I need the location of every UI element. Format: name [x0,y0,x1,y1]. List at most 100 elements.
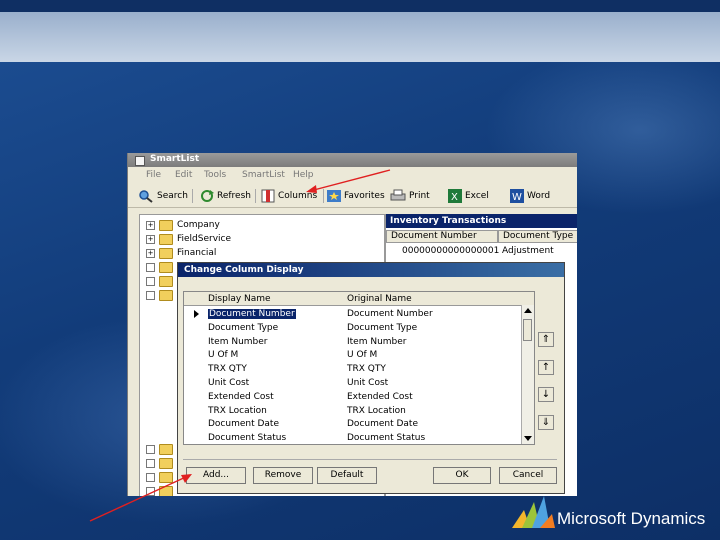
folder-icon [159,261,173,273]
original-name-cell: Document Number [347,309,433,319]
grid-row[interactable]: Document Status Document Status [184,431,521,444]
tree-item-collapsed[interactable] [146,261,173,273]
search-icon [139,190,153,203]
menu-smartlist[interactable]: SmartList [242,170,285,180]
column-header-document-number[interactable]: Document Number [386,230,498,243]
move-bottom-button[interactable]: ⇓ [538,415,554,430]
original-name-cell: TRX QTY [347,364,386,375]
expand-icon[interactable]: + [146,220,155,230]
expand-icon[interactable] [146,486,155,496]
word-button[interactable]: W Word [510,188,550,204]
refresh-icon [201,190,214,202]
search-label: Search [157,191,188,201]
display-name-cell[interactable]: Unit Cost [208,378,249,388]
tree-item-financial[interactable]: + Financial [146,247,216,259]
print-label: Print [409,191,430,201]
expand-icon[interactable] [146,290,155,300]
smartlist-app-icon [135,156,145,166]
grid-row[interactable]: U Of M U Of M [184,348,521,362]
menu-file[interactable]: File [146,170,161,180]
scroll-thumb[interactable] [523,319,532,341]
scroll-down-icon[interactable] [524,436,532,441]
cancel-button[interactable]: Cancel [499,467,557,484]
display-name-cell[interactable]: Document Date [208,419,279,429]
tree-item-collapsed[interactable] [146,443,173,455]
menu-edit[interactable]: Edit [175,170,192,180]
display-name-cell[interactable]: Document Number [208,309,296,319]
display-name-cell[interactable]: TRX Location [208,406,267,416]
grid-row[interactable]: Unit Cost Unit Cost [184,376,521,390]
move-top-button[interactable]: ⇑ [538,332,554,347]
expand-icon[interactable]: + [146,234,155,244]
tree-item-company[interactable]: + Company [146,219,220,231]
refresh-button[interactable]: Refresh [200,188,251,204]
print-button[interactable]: Print [390,188,430,204]
tree-item-collapsed[interactable] [146,485,173,496]
column-header-document-type[interactable]: Document Type [498,230,577,243]
grid-row[interactable]: Item Number Item Number [184,335,521,349]
expand-icon[interactable] [146,458,155,468]
excel-button[interactable]: X Excel [448,188,489,204]
grid-row[interactable]: TRX QTY TRX QTY [184,362,521,376]
original-name-cell: TRX Location [347,405,406,416]
expand-icon[interactable] [146,276,155,286]
display-name-cell[interactable]: Item Number [208,337,268,347]
grid-scrollbar[interactable] [521,305,534,444]
display-name-cell[interactable]: Extended Cost [208,392,274,402]
original-name-cell: Item Number [347,336,407,347]
header-original-name[interactable]: Original Name [347,294,412,304]
remove-button[interactable]: Remove [253,467,313,484]
tree-item-collapsed[interactable] [146,457,173,469]
toolbar-separator [323,189,324,203]
grid-row[interactable]: TRX Location TRX Location [184,404,521,418]
menu-tools[interactable]: Tools [204,170,226,180]
original-name-cell: Extended Cost [347,391,413,402]
tree-item-collapsed[interactable] [146,471,173,483]
svg-text:X: X [451,192,458,203]
original-name-cell: Unit Cost [347,378,389,388]
toolbar-separator [192,189,193,203]
columns-button[interactable]: Columns [261,188,317,204]
folder-icon [159,247,173,259]
excel-label: Excel [465,191,489,201]
grid-row[interactable]: Document Date Document Date [184,417,521,431]
dialog-title: Change Column Display [184,265,304,275]
display-name-cell[interactable]: Document Status [208,433,286,443]
grid-row[interactable]: Extended Cost Extended Cost [184,390,521,404]
header-display-name[interactable]: Display Name [208,294,271,304]
ok-button[interactable]: OK [433,467,491,484]
expand-icon[interactable]: + [146,248,155,258]
grid-row[interactable]: Document Number Document Number [184,307,521,321]
folder-icon [159,485,173,496]
tree-item-collapsed[interactable] [146,289,173,301]
expand-icon[interactable] [146,472,155,482]
favorites-label: Favorites [344,191,385,201]
result-cell[interactable]: 00000000000000001 [398,246,499,256]
display-name-cell[interactable]: TRX QTY [208,364,247,374]
smartlist-title-bar: SmartList [128,153,577,167]
printer-icon [390,189,406,201]
microsoft-dynamics-logo: Microsoft Dynamics [510,494,715,534]
add-button[interactable]: Add... [186,467,246,484]
column-grid: Display Name Original Name Document Numb… [183,291,535,445]
tree-item-collapsed[interactable] [146,275,173,287]
tree-item-label: Company [177,220,220,230]
move-up-button[interactable]: ↑ [538,360,554,375]
results-title-bar: Inventory Transactions [386,214,577,228]
display-name-cell[interactable]: U Of M [208,350,238,360]
move-down-button[interactable]: ↓ [538,387,554,402]
default-button[interactable]: Default [317,467,377,484]
favorites-button[interactable]: Favorites [327,188,385,204]
expand-icon[interactable] [146,444,155,454]
search-button[interactable]: Search [138,188,188,204]
scroll-up-icon[interactable] [524,308,532,313]
word-icon: W [510,189,524,203]
result-cell[interactable]: Adjustment [498,246,554,256]
tree-item-fieldservice[interactable]: + FieldService [146,233,231,245]
menu-help[interactable]: Help [293,170,314,180]
display-name-cell[interactable]: Document Type [208,323,278,333]
expand-icon[interactable] [146,262,155,272]
grid-row[interactable]: Document Type Document Type [184,321,521,335]
tree-item-label: FieldService [177,234,232,244]
original-name-cell: U Of M [347,350,378,361]
